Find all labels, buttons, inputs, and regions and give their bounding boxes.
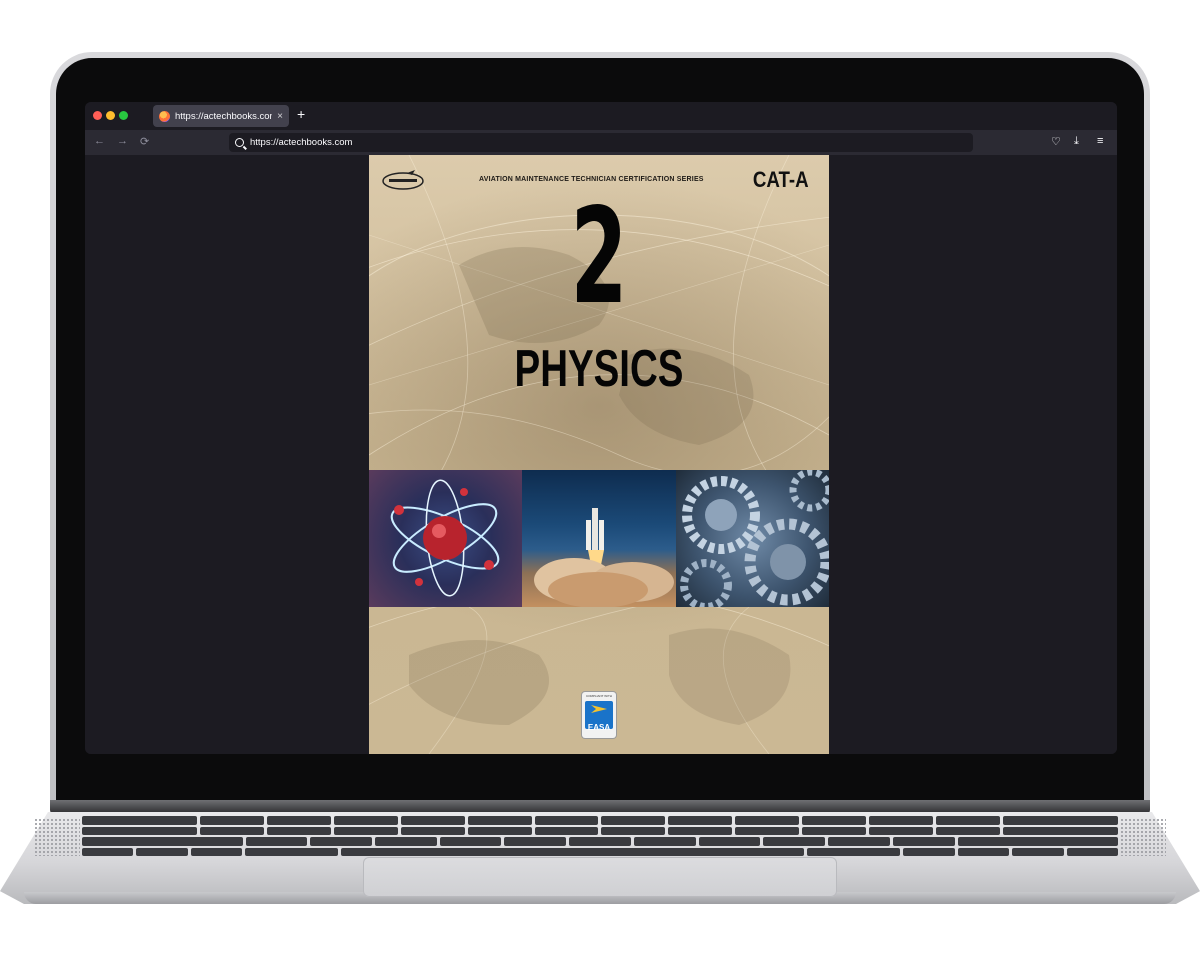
module-number: 2	[570, 180, 628, 334]
reload-button[interactable]: ⟳	[140, 135, 149, 148]
speaker-grille-right	[1120, 818, 1166, 856]
gears-image	[675, 470, 829, 607]
minimize-window-button[interactable]	[106, 111, 115, 120]
space-shuttle-image	[522, 470, 676, 607]
subject-title: PHYSICS	[514, 340, 684, 398]
back-button[interactable]: ←	[94, 135, 105, 147]
speaker-grille-left	[34, 818, 80, 856]
atom-image	[369, 470, 523, 607]
address-bar[interactable]: https://actechbooks.com	[229, 133, 973, 152]
maximize-window-button[interactable]	[119, 111, 128, 120]
easa-logo: EASA	[585, 701, 613, 732]
keyboard	[82, 816, 1119, 856]
browser-tab[interactable]: https://actechbooks.com ×	[153, 105, 289, 127]
trackpad	[363, 857, 837, 897]
aircraft-technical-logo	[382, 170, 424, 190]
easa-compliance-badge: COMPLIANT WITH EASA	[582, 692, 616, 738]
badge-top-text: COMPLIANT WITH	[586, 694, 612, 698]
laptop-hinge	[50, 800, 1150, 814]
keyboard-row	[82, 847, 1119, 856]
close-window-button[interactable]	[93, 111, 102, 120]
page-viewport: AVIATION MAINTENANCE TECHNICIAN CERTIFIC…	[85, 155, 1117, 754]
tab-bar: https://actechbooks.com × +	[85, 102, 1117, 130]
laptop-screen: https://actechbooks.com × + ← → ⟳ https:…	[85, 102, 1117, 754]
cover-photo-strip	[369, 470, 829, 607]
navigation-toolbar: ← → ⟳ https://actechbooks.com ♡ ⤓ ≡	[85, 130, 1117, 155]
tab-title: https://actechbooks.com	[175, 110, 273, 122]
close-tab-icon[interactable]: ×	[277, 111, 283, 122]
url-text: https://actechbooks.com	[250, 137, 353, 148]
search-icon	[235, 138, 244, 147]
download-button[interactable]: ⤓	[1074, 135, 1079, 148]
firefox-icon	[159, 110, 170, 122]
easa-text: EASA	[587, 723, 611, 732]
menu-button[interactable]: ≡	[1097, 135, 1103, 147]
keyboard-row	[82, 837, 1119, 846]
keyboard-row	[82, 826, 1118, 835]
category-label: CAT-A	[753, 167, 809, 192]
forward-button[interactable]: →	[117, 135, 128, 147]
keyboard-row	[82, 816, 1118, 825]
book-cover[interactable]: AVIATION MAINTENANCE TECHNICIAN CERTIFIC…	[369, 155, 829, 754]
new-tab-button[interactable]: +	[297, 106, 305, 122]
pocket-button[interactable]: ♡	[1051, 135, 1061, 148]
